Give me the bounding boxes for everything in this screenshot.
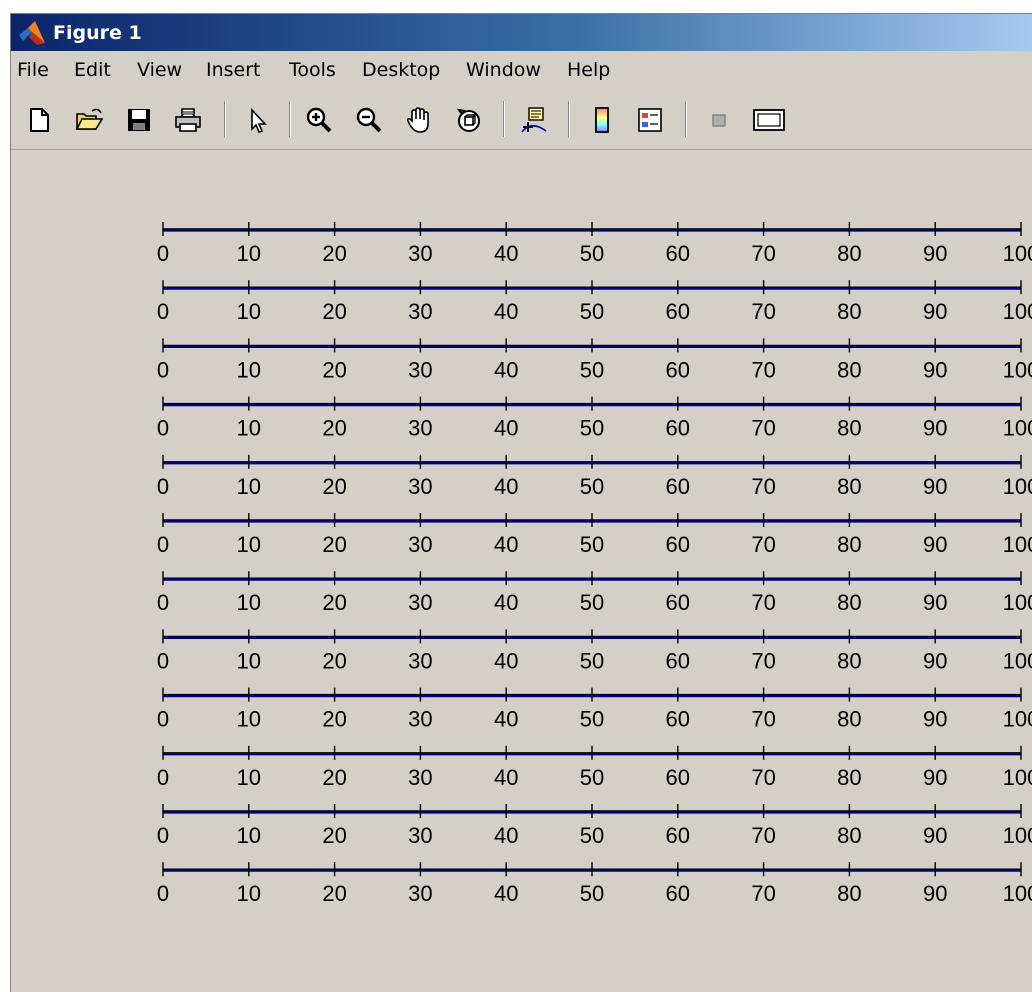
colorbar-button[interactable]: [587, 105, 617, 135]
open-file-icon: [75, 108, 104, 130]
new-figure-icon: [30, 108, 49, 132]
figure-window: Figure 1 File Edit View Insert Tools Des…: [10, 13, 1032, 992]
edit-plot-button[interactable]: [243, 105, 273, 135]
print-button[interactable]: [173, 105, 203, 135]
show-plot-tools-button[interactable]: [752, 105, 785, 135]
matlab-logo-icon: [19, 21, 45, 45]
menu-file[interactable]: File: [17, 59, 49, 81]
pan-button[interactable]: [404, 105, 434, 135]
menu-edit[interactable]: Edit: [74, 59, 111, 81]
hide-plot-tools-icon: [712, 114, 726, 127]
toolbar-separator: [289, 101, 291, 137]
data-cursor-button[interactable]: [519, 105, 549, 135]
pan-hand-icon: [406, 107, 429, 133]
toolbar-separator: [224, 101, 226, 137]
zoom-in-button[interactable]: [304, 105, 334, 135]
open-file-button[interactable]: [74, 105, 104, 135]
legend-icon: [638, 108, 662, 132]
zoom-out-icon: [356, 107, 382, 133]
window-title: Figure 1: [53, 22, 142, 44]
menu-insert[interactable]: Insert: [206, 59, 261, 81]
toolbar-separator: [503, 101, 505, 137]
data-cursor-icon: [521, 107, 547, 133]
title-bar[interactable]: Figure 1: [11, 14, 1032, 51]
hide-plot-tools-button[interactable]: [704, 105, 734, 135]
rotate-3d-icon: [456, 108, 480, 132]
rotate-3d-button[interactable]: [454, 105, 484, 135]
menu-help[interactable]: Help: [567, 59, 610, 81]
menu-tools[interactable]: Tools: [289, 59, 336, 81]
arrow-pointer-icon: [251, 107, 267, 133]
menu-bar: File Edit View Insert Tools Desktop Wind…: [11, 51, 1032, 91]
menu-window[interactable]: Window: [466, 59, 541, 81]
show-plot-tools-icon: [753, 109, 785, 131]
legend-button[interactable]: [635, 105, 665, 135]
menu-desktop[interactable]: Desktop: [362, 59, 440, 81]
zoom-out-button[interactable]: [354, 105, 384, 135]
toolbar-separator: [685, 101, 687, 137]
colorbar-icon: [595, 107, 609, 133]
menu-view[interactable]: View: [137, 59, 182, 81]
zoom-in-icon: [306, 107, 332, 133]
new-figure-button[interactable]: [25, 105, 55, 135]
print-icon: [175, 108, 201, 132]
toolbar-separator: [568, 101, 570, 137]
save-icon: [128, 109, 150, 131]
save-button[interactable]: [124, 105, 154, 135]
figure-toolbar: [11, 91, 1032, 150]
